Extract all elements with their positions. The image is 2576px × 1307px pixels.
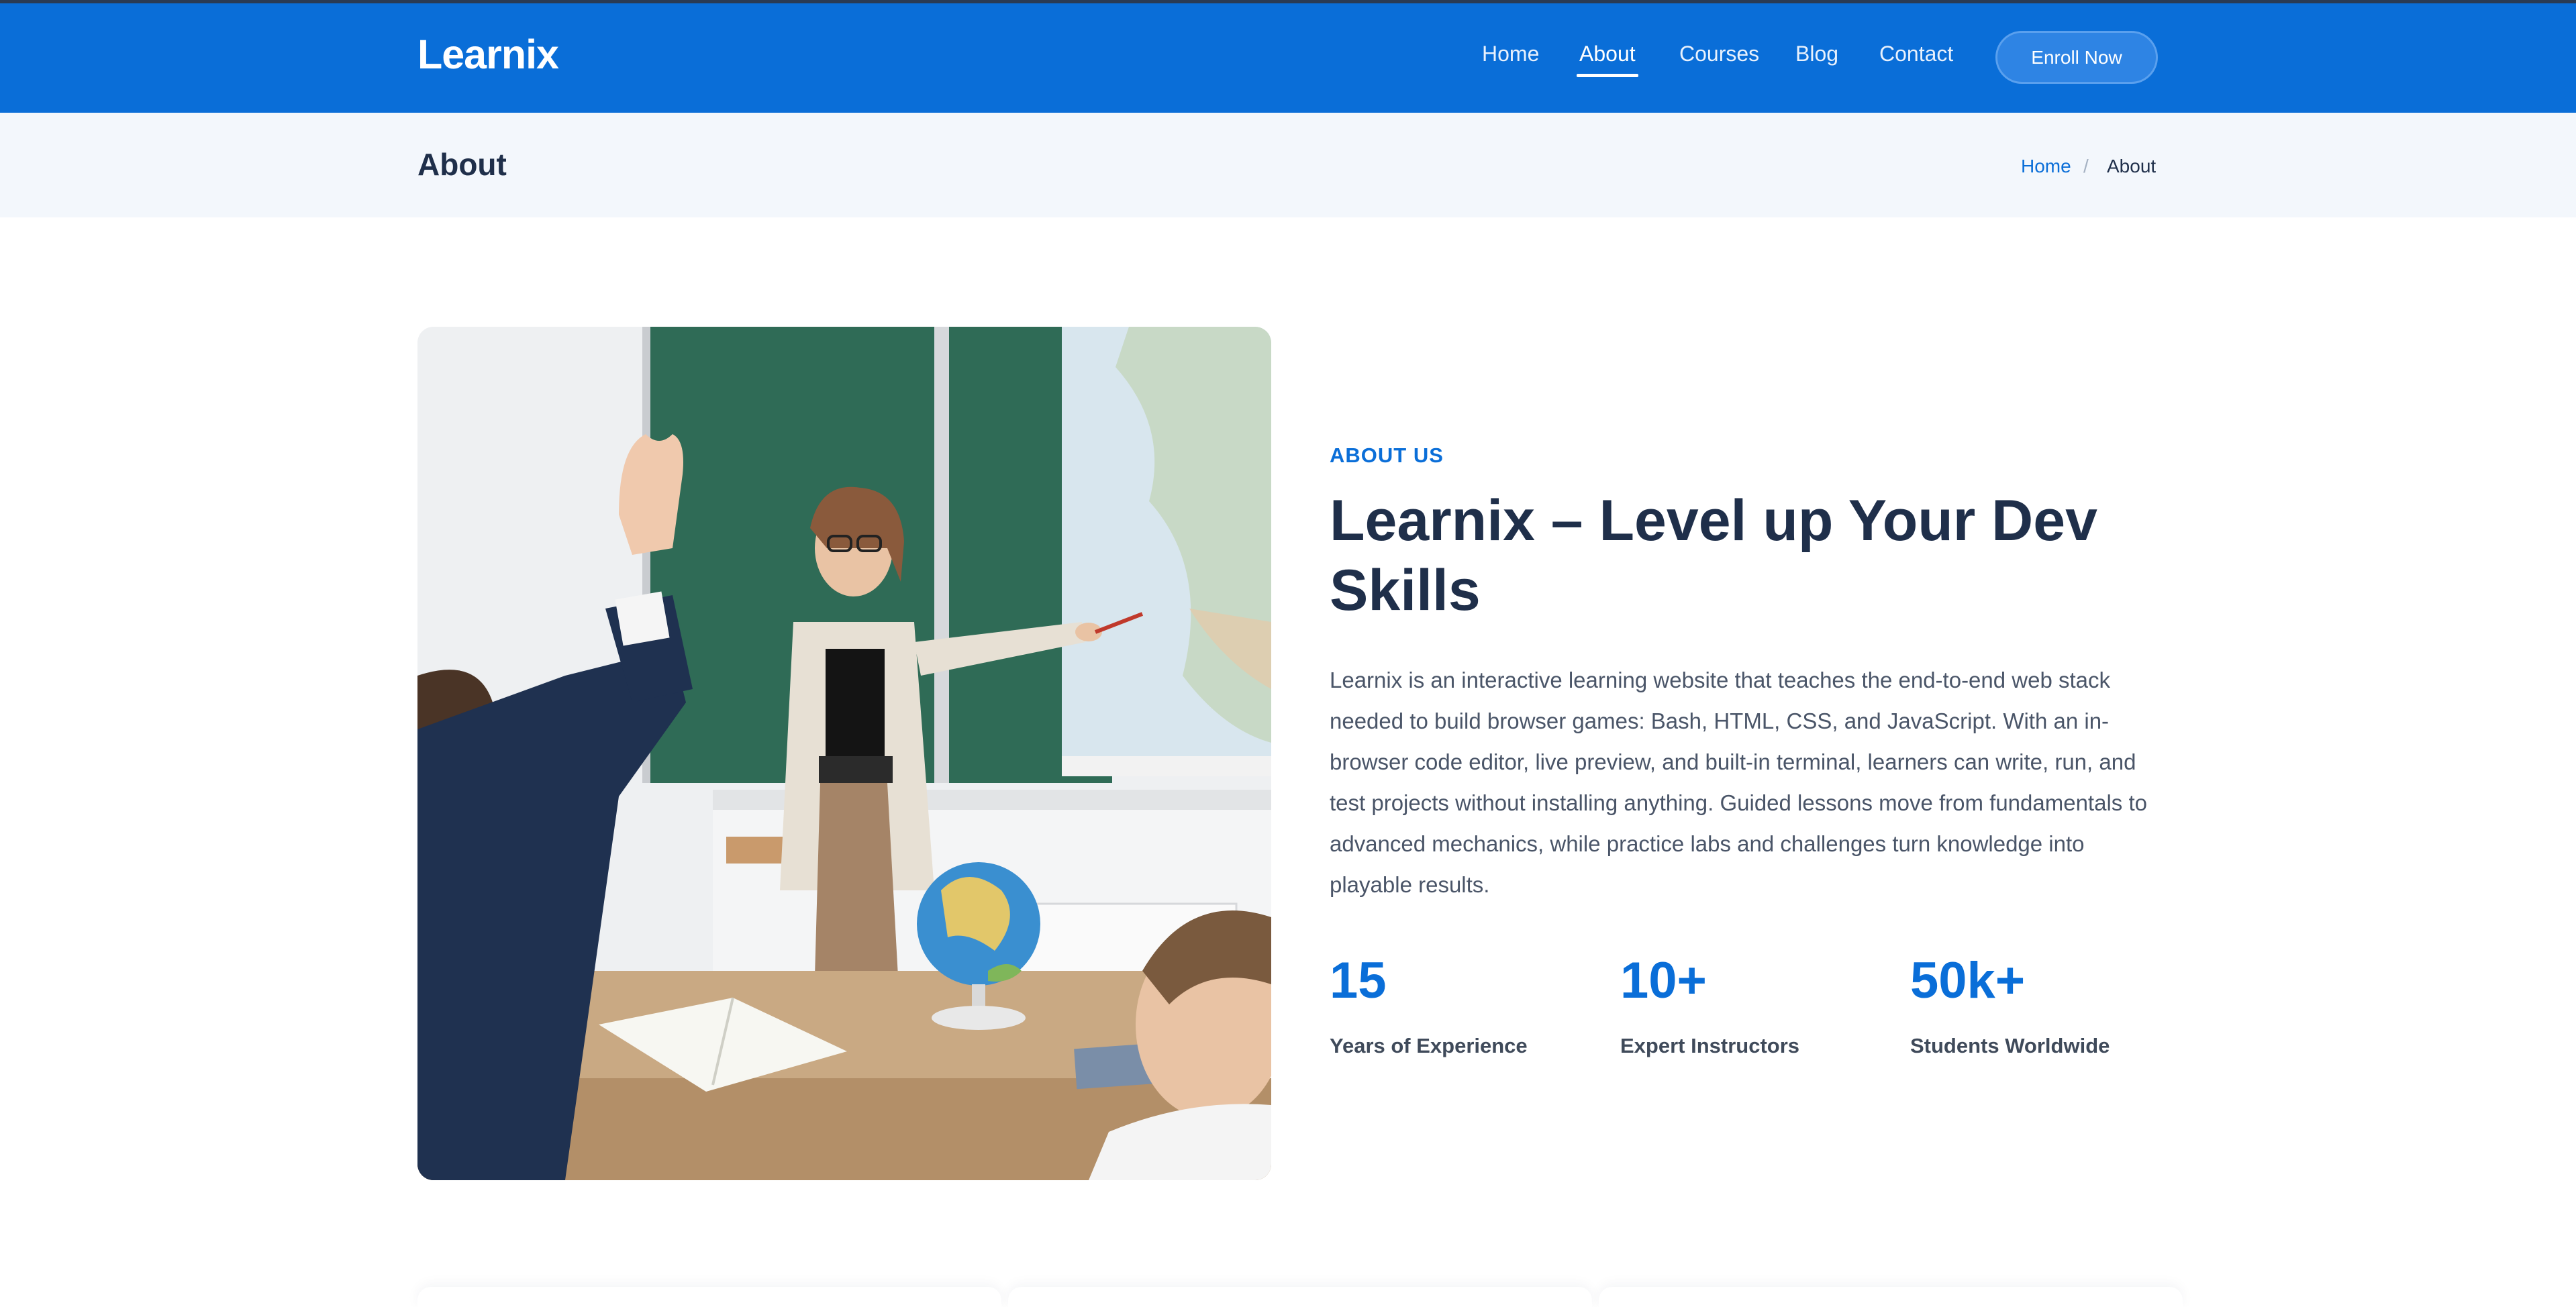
nav-home[interactable]: Home — [1482, 42, 1539, 66]
classroom-illustration — [417, 327, 1271, 1180]
nav-about[interactable]: About — [1579, 42, 1636, 66]
nav-active-indicator — [1577, 74, 1638, 77]
feature-card — [1008, 1287, 1592, 1307]
breadcrumb-home[interactable]: Home — [2021, 156, 2071, 177]
stat-label-students: Students Worldwide — [1910, 1034, 2110, 1057]
stat-value-instructors: 10+ — [1620, 952, 1707, 1009]
stat-value-students: 50k+ — [1910, 952, 2026, 1009]
breadcrumb-current: About — [2107, 156, 2157, 176]
nav-blog[interactable]: Blog — [1795, 42, 1838, 66]
site-header — [0, 3, 2576, 113]
stat-label-experience: Years of Experience — [1330, 1034, 1528, 1057]
page-title-bar — [0, 113, 2576, 217]
nav-courses[interactable]: Courses — [1679, 42, 1759, 66]
headline-line-1: Learnix – Level up Your Dev — [1330, 488, 2097, 553]
stat-label-instructors: Expert Instructors — [1620, 1034, 1800, 1057]
headline-line-2: Skills — [1330, 558, 1481, 623]
feature-card — [417, 1287, 1001, 1307]
nav-contact[interactable]: Contact — [1879, 42, 1953, 66]
classroom-photo — [417, 327, 1271, 1180]
page-title: About — [417, 147, 507, 182]
stat-value-experience: 15 — [1330, 952, 1387, 1009]
about-headline: Learnix – Level up Your Dev Skills — [1330, 486, 2202, 625]
section-eyebrow: ABOUT US — [1330, 443, 1444, 467]
breadcrumb-separator: / — [2083, 156, 2089, 176]
enroll-now-button[interactable]: Enroll Now — [1995, 31, 2158, 84]
about-description: Learnix is an interactive learning websi… — [1330, 668, 2147, 897]
feature-card — [1599, 1287, 2183, 1307]
site-logo[interactable]: Learnix — [417, 31, 559, 78]
